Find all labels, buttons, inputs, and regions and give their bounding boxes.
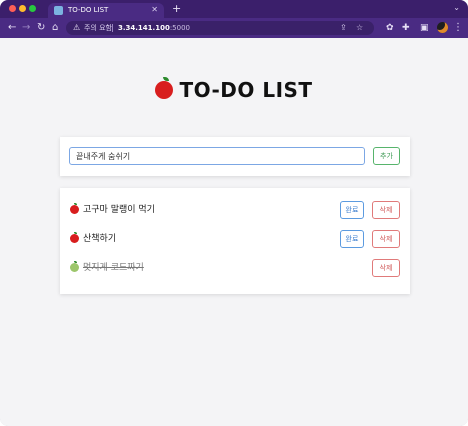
puzzle-icon[interactable]: ✚ — [402, 20, 410, 36]
address-bar[interactable]: ⚠ 주의 요함 3.34.141.100:5000 ⇪ ☆ — [66, 21, 374, 35]
todo-text: 고구마 말랭이 먹기 — [83, 205, 155, 215]
apple-icon — [70, 203, 79, 214]
reload-icon[interactable]: ↻ — [37, 21, 45, 35]
favicon-icon — [54, 6, 63, 15]
todo-list-card: 고구마 말랭이 먹기 완료 삭제 산책하기 완료 삭제 멋지게 코드짜기 삭제 — [60, 188, 410, 294]
forward-arrow-icon[interactable]: → — [22, 21, 30, 35]
page-title-text: TO-DO LIST — [179, 78, 313, 102]
tab-close-icon[interactable]: ✕ — [151, 4, 158, 16]
new-tab-button[interactable]: + — [172, 2, 181, 16]
page-content: TO-DO LIST 추가 고구마 말랭이 먹기 완료 삭제 산책하기 완료 삭… — [0, 38, 468, 426]
delete-button[interactable]: 삭제 — [372, 201, 400, 219]
delete-button[interactable]: 삭제 — [372, 259, 400, 277]
todo-item-completed: 멋지게 코드짜기 삭제 — [70, 258, 400, 278]
minimize-window-button[interactable] — [19, 5, 26, 12]
tab-search-chevron-icon[interactable]: ⌄ — [453, 3, 460, 12]
apple-icon — [155, 77, 174, 99]
maximize-window-button[interactable] — [29, 5, 36, 12]
add-button[interactable]: 추가 — [373, 147, 400, 165]
todo-text: 멋지게 코드짜기 — [83, 263, 144, 273]
close-window-button[interactable] — [9, 5, 16, 12]
page-title: TO-DO LIST — [0, 77, 468, 102]
delete-button[interactable]: 삭제 — [372, 230, 400, 248]
back-arrow-icon[interactable]: ← — [8, 21, 16, 35]
tab-bar: TO-DO LIST ✕ + ⌄ — [0, 0, 468, 18]
url-host: 3.34.141.100 — [118, 24, 170, 32]
menu-kebab-icon[interactable]: ⋮ — [453, 20, 463, 36]
profile-avatar-icon[interactable] — [437, 22, 448, 33]
url-port: :5000 — [169, 24, 191, 32]
todo-item: 고구마 말랭이 먹기 완료 삭제 — [70, 200, 400, 220]
bookmark-star-icon[interactable]: ☆ — [356, 22, 363, 34]
apple-icon — [70, 261, 79, 272]
home-icon[interactable]: ⌂ — [52, 21, 58, 35]
todo-input[interactable] — [69, 147, 365, 165]
tab-title: TO-DO LIST — [68, 6, 109, 14]
todo-text: 산책하기 — [83, 234, 117, 244]
browser-tab-active[interactable]: TO-DO LIST ✕ — [48, 3, 164, 18]
address-divider — [112, 24, 113, 32]
browser-window: TO-DO LIST ✕ + ⌄ ← → ↻ ⌂ ⚠ 주의 요함 3.34.14… — [0, 0, 468, 426]
browser-toolbar: ← → ↻ ⌂ ⚠ 주의 요함 3.34.141.100:5000 ⇪ ☆ — [0, 18, 468, 38]
apple-icon — [70, 232, 79, 243]
warning-icon[interactable]: ⚠ — [73, 23, 80, 33]
url-text[interactable]: 3.34.141.100:5000 — [118, 23, 190, 33]
security-status-label[interactable]: 주의 요함 — [84, 23, 112, 33]
complete-button[interactable]: 완료 — [340, 230, 364, 248]
complete-button[interactable]: 완료 — [340, 201, 364, 219]
sidebar-icon[interactable]: ▣ — [420, 20, 429, 36]
extension-icon[interactable]: ✿ — [386, 20, 394, 36]
share-icon[interactable]: ⇪ — [340, 22, 347, 34]
todo-item: 산책하기 완료 삭제 — [70, 229, 400, 249]
input-card: 추가 — [60, 137, 410, 176]
